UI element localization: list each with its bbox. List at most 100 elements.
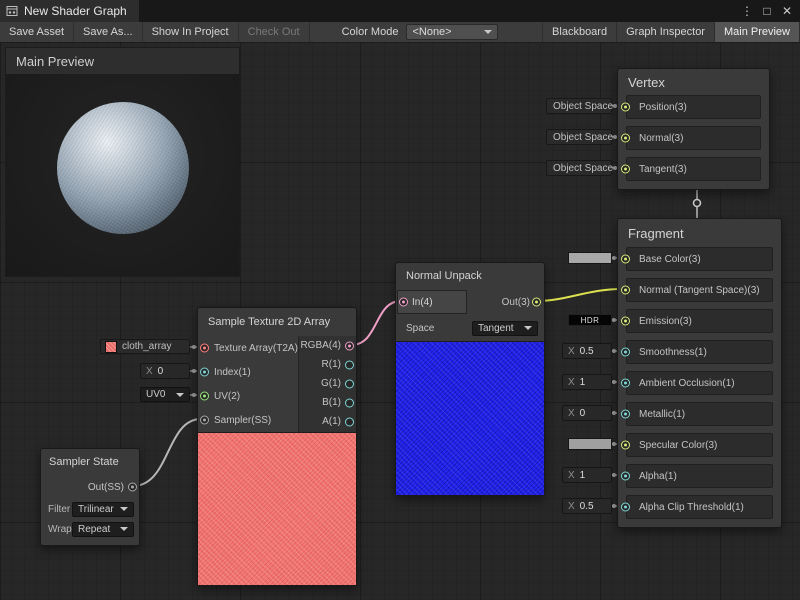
normal-space-value: Object Space <box>553 132 613 143</box>
smoothness-field[interactable]: X 0.5 <box>562 343 612 359</box>
port-index[interactable] <box>200 368 209 377</box>
port-base-color[interactable] <box>621 255 630 264</box>
vertex-node-title: Vertex <box>618 69 769 95</box>
port-texture-array[interactable] <box>200 344 209 353</box>
normal-unpack-preview <box>396 341 544 495</box>
vertex-row-position: Position(3) <box>626 95 761 119</box>
space-value: Tangent <box>478 323 514 334</box>
wrap-label: Wrap <box>48 524 72 535</box>
port-out-ss[interactable] <box>128 483 137 492</box>
node-vertex[interactable]: Vertex Position(3) Normal(3) Tangent(3) <box>617 68 770 190</box>
preview-sphere <box>57 102 189 234</box>
base-color-swatch[interactable] <box>568 252 612 264</box>
main-preview-panel[interactable]: Main Preview <box>5 47 240 277</box>
graph-inspector-toggle[interactable]: Graph Inspector <box>617 22 715 42</box>
port-position-input[interactable] <box>621 103 630 112</box>
normal-unpack-ports-row: In(4) Out(3) <box>396 289 544 315</box>
port-rgba[interactable] <box>345 341 354 350</box>
port-tangent-input[interactable] <box>621 165 630 174</box>
save-as-button[interactable]: Save As... <box>74 22 143 42</box>
graph-canvas[interactable]: Main Preview Vertex Position(3) Normal(3… <box>0 42 800 600</box>
chevron-down-icon <box>484 30 492 34</box>
position-space-dropdown[interactable]: Object Space <box>546 98 612 114</box>
wrap-value: Repeat <box>78 524 110 535</box>
main-preview-viewport[interactable] <box>6 74 239 276</box>
maximize-icon[interactable]: □ <box>758 4 776 18</box>
chevron-down-icon <box>524 326 532 330</box>
port-out3[interactable] <box>532 298 541 307</box>
fragment-row-alpha-clip: Alpha Clip Threshold(1) <box>626 495 773 519</box>
port-alpha-clip-threshold[interactable] <box>621 503 630 512</box>
port-smoothness[interactable] <box>621 348 630 357</box>
menu-icon[interactable]: ⋮ <box>738 4 756 18</box>
port-a[interactable] <box>345 417 354 426</box>
sample-outputs-column: RGBA(4) R(1) G(1) B(1) A(1) <box>298 336 356 432</box>
port-g[interactable] <box>345 379 354 388</box>
metallic-axis: X <box>568 408 575 419</box>
sample-node-title: Sample Texture 2D Array <box>198 308 356 336</box>
node-sample-texture-2d-array[interactable]: Sample Texture 2D Array Texture Array(T2… <box>197 307 357 586</box>
save-asset-button[interactable]: Save Asset <box>0 22 74 42</box>
port-b[interactable] <box>345 398 354 407</box>
sample-out-g: G(1) <box>299 374 356 393</box>
fragment-row-base-color-label: Base Color(3) <box>639 254 701 265</box>
texture-array-value: cloth_array <box>122 341 171 352</box>
wire-out-to-normal[interactable] <box>537 289 622 301</box>
sampler-state-out-row: Out(SS) <box>41 475 139 499</box>
sampler-state-title: Sampler State <box>41 449 139 475</box>
alpha-field[interactable]: X 1 <box>562 467 612 483</box>
node-sampler-state[interactable]: Sampler State Out(SS) Filter Trilinear W… <box>40 448 140 546</box>
sampler-label: Sampler(SS) <box>214 415 271 426</box>
port-emission[interactable] <box>621 317 630 326</box>
port-specular-color[interactable] <box>621 441 630 450</box>
port-r[interactable] <box>345 360 354 369</box>
port-ambient-occlusion[interactable] <box>621 379 630 388</box>
wrap-dropdown[interactable]: Repeat <box>72 522 134 537</box>
filter-dropdown[interactable]: Trilinear <box>72 502 134 517</box>
wire-rgba-to-in[interactable] <box>351 301 401 345</box>
texture-array-object-field[interactable]: cloth_array <box>100 339 190 354</box>
show-in-project-button[interactable]: Show In Project <box>143 22 239 42</box>
tab-new-shader-graph[interactable]: New Shader Graph <box>0 0 139 22</box>
ambient-occlusion-field[interactable]: X 1 <box>562 374 612 390</box>
index-field[interactable]: X 0 <box>140 363 190 379</box>
port-normal-tangent-space[interactable] <box>621 286 630 295</box>
port-uv[interactable] <box>200 392 209 401</box>
normal-space-dropdown[interactable]: Object Space <box>546 129 612 145</box>
specular-color-swatch[interactable] <box>568 438 612 450</box>
fragment-row-emission: Emission(3) <box>626 309 773 333</box>
port-metallic[interactable] <box>621 410 630 419</box>
port-normal-input[interactable] <box>621 134 630 143</box>
node-fragment[interactable]: Fragment Base Color(3) Normal (Tangent S… <box>617 218 782 528</box>
vertex-row-tangent-label: Tangent(3) <box>639 164 687 175</box>
fragment-row-smoothness: Smoothness(1) <box>626 340 773 364</box>
space-dropdown[interactable]: Tangent <box>472 321 538 336</box>
metallic-field[interactable]: X 0 <box>562 405 612 421</box>
node-normal-unpack[interactable]: Normal Unpack In(4) Out(3) Space Tangent <box>395 262 545 496</box>
vertex-row-tangent: Tangent(3) <box>626 157 761 181</box>
tangent-space-dropdown[interactable]: Object Space <box>546 160 612 176</box>
blackboard-toggle[interactable]: Blackboard <box>543 22 617 42</box>
alpha-clip-axis: X <box>568 501 575 512</box>
port-alpha[interactable] <box>621 472 630 481</box>
emission-hdr-label: HDR <box>581 316 600 325</box>
fragment-row-normal-label: Normal (Tangent Space)(3) <box>639 285 760 296</box>
tab-title: New Shader Graph <box>24 4 127 18</box>
fragment-row-emission-label: Emission(3) <box>639 316 692 327</box>
main-preview-toggle[interactable]: Main Preview <box>715 22 800 42</box>
toolbar-right-group: Blackboard Graph Inspector Main Preview <box>542 22 800 42</box>
chevron-down-icon <box>120 507 128 511</box>
metallic-value: 0 <box>580 408 586 419</box>
close-icon[interactable]: ✕ <box>778 4 796 18</box>
uv-channel-dropdown[interactable]: UV0 <box>140 387 190 402</box>
wire-samplerstate-to-sampler[interactable] <box>133 419 201 486</box>
alpha-clip-field[interactable]: X 0.5 <box>562 498 612 514</box>
main-preview-title: Main Preview <box>6 48 239 74</box>
vertex-row-position-label: Position(3) <box>639 102 687 113</box>
port-in4[interactable] <box>399 298 408 307</box>
fragment-row-smoothness-label: Smoothness(1) <box>639 347 707 358</box>
color-mode-dropdown[interactable]: <None> <box>406 24 498 40</box>
emission-hdr-field[interactable]: HDR <box>568 314 612 326</box>
port-sampler[interactable] <box>200 416 209 425</box>
toolbar: Save Asset Save As... Show In Project Ch… <box>0 22 800 43</box>
